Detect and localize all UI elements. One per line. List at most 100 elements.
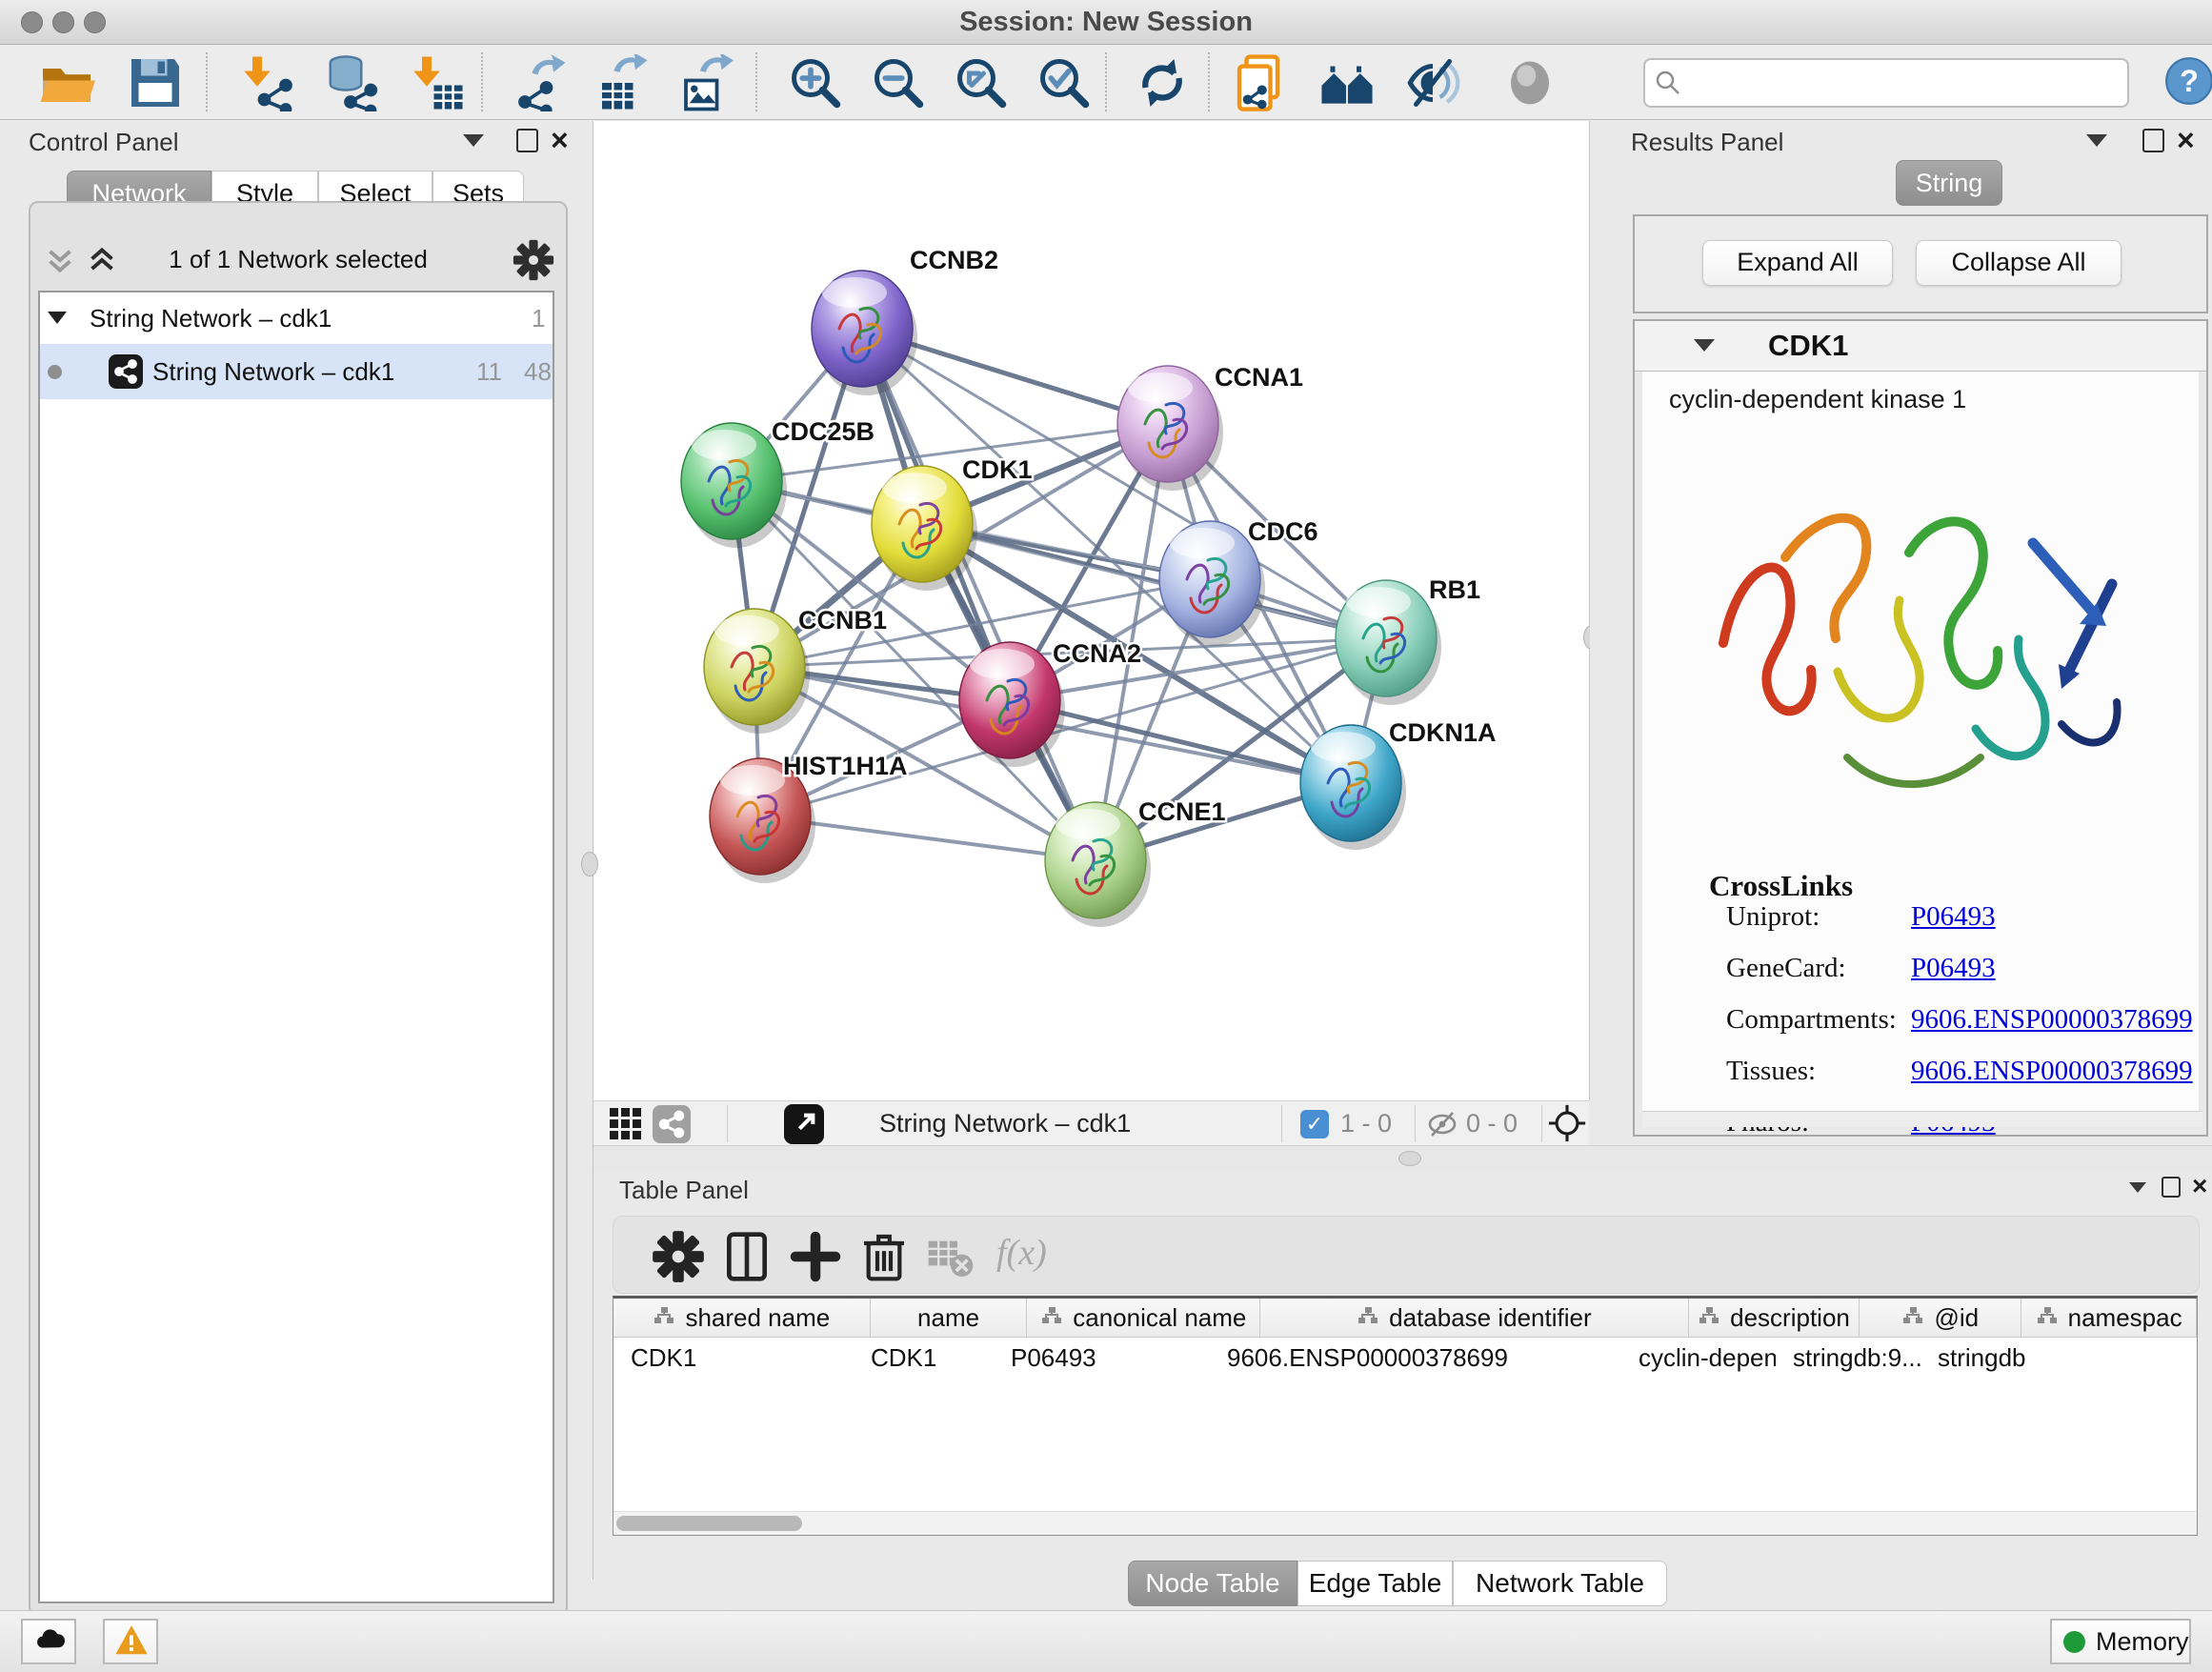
import-network-database-button[interactable] [322, 54, 379, 110]
crosslink-value-link[interactable]: 9606.ENSP00000378699 [1911, 1056, 2193, 1087]
table-settings-gear-icon[interactable] [652, 1230, 705, 1279]
edge-CCNB2-CCNE1[interactable] [862, 329, 1096, 860]
table-cell[interactable]: CDK1 [613, 1338, 854, 1378]
table-cell[interactable]: 9606.ENSP00000378699 [1210, 1338, 1621, 1378]
zoom-out-button[interactable] [870, 54, 927, 110]
expand-all-button[interactable]: Expand All [1702, 240, 1893, 286]
network-row-selected[interactable]: String Network – cdk1 11 48 [40, 344, 553, 399]
tab-edge-table[interactable]: Edge Table [1297, 1561, 1453, 1606]
node-CCNE1[interactable]: CCNE1 [1045, 797, 1226, 927]
results-panel-close-icon[interactable]: × [2177, 130, 2195, 151]
column-header-5[interactable]: description [1689, 1299, 1860, 1337]
network-canvas[interactable]: CCNB2CCNA1CDC25BCDK1CDC6RB1CCNB1CCNA2CDK… [593, 121, 1590, 1100]
table-panel-title: Table Panel [619, 1176, 749, 1205]
table-panel-close-icon[interactable]: × [2192, 1176, 2207, 1197]
horizontal-splitter[interactable] [593, 1145, 2212, 1172]
node-table-header: shared namenamecanonical namedatabase id… [613, 1299, 2197, 1338]
column-header-1[interactable]: shared name [613, 1299, 871, 1337]
delete-column-trash-icon[interactable] [857, 1230, 911, 1279]
column-header-2[interactable]: name [871, 1299, 1028, 1337]
show-graphics-details-button[interactable] [1501, 54, 1558, 110]
protein-result-box: CDK1 cyclin-dependent kinase 1 [1633, 319, 2208, 1137]
node-CCNA1[interactable]: CCNA1 [1117, 363, 1303, 491]
import-network-file-button[interactable] [238, 54, 295, 110]
control-panel-float-icon[interactable] [516, 129, 538, 152]
network-node-count: 11 [476, 344, 502, 395]
search-input[interactable] [1689, 63, 2112, 101]
save-session-button[interactable] [127, 54, 184, 110]
control-panel-collapse-icon[interactable] [463, 134, 484, 147]
hidden-eye-icon[interactable] [1426, 1109, 1458, 1139]
network-options-gear-icon[interactable] [513, 239, 554, 281]
birdseye-crosshair-icon[interactable] [1548, 1104, 1586, 1142]
column-header-3[interactable]: canonical name [1027, 1299, 1260, 1337]
select-columns-icon[interactable] [720, 1230, 774, 1279]
table-hscrollbar[interactable] [613, 1511, 2197, 1535]
node-CCNB2[interactable]: CCNB2 [812, 246, 998, 395]
string-view-icon[interactable] [653, 1105, 691, 1143]
table-cell[interactable]: stringdb [1920, 1338, 2079, 1378]
results-panel-title: Results Panel [1631, 128, 1783, 157]
column-header-6[interactable]: @id [1860, 1299, 2021, 1337]
selected-checkbox-icon[interactable]: ✓ [1300, 1110, 1329, 1138]
table-panel-float-icon[interactable] [2162, 1177, 2181, 1198]
detach-view-icon[interactable] [784, 1104, 824, 1144]
open-session-button[interactable] [38, 54, 95, 110]
node-RB1[interactable]: RB1 [1336, 575, 1480, 705]
left-splitter-handle[interactable] [581, 852, 598, 876]
export-image-button[interactable] [676, 54, 734, 110]
selected-counts: 1 - 0 [1340, 1101, 1392, 1146]
cloud-status-button[interactable] [21, 1619, 76, 1664]
tree-expander-icon[interactable] [48, 312, 67, 324]
clear-table-icon[interactable] [924, 1230, 977, 1279]
protein-name: CDK1 [1768, 329, 1848, 363]
import-table-file-button[interactable] [408, 54, 465, 110]
column-header-4[interactable]: database identifier [1260, 1299, 1688, 1337]
table-row[interactable]: CDK1CDK1P064939606.ENSP00000378699cyclin… [613, 1338, 2197, 1378]
zoom-selected-button[interactable] [1036, 54, 1093, 110]
node-label-CDKN1A: CDKN1A [1389, 718, 1497, 747]
node-HIST1H1A[interactable]: HIST1H1A [710, 752, 908, 883]
table-panel-collapse-icon[interactable] [2129, 1182, 2146, 1193]
node-CDKN1A[interactable]: CDKN1A [1300, 718, 1497, 850]
crosslink-value-link[interactable]: 9606.ENSP00000378699 [1911, 1004, 2193, 1036]
network-collection-row[interactable]: String Network – cdk1 1 [40, 292, 553, 344]
column-header-7[interactable]: namespac [2021, 1299, 2197, 1337]
protein-section-header[interactable]: CDK1 [1635, 321, 2206, 372]
show-all-levels-button[interactable] [1318, 54, 1376, 110]
tab-node-table[interactable]: Node Table [1128, 1561, 1297, 1606]
splitter-handle[interactable] [1398, 1151, 1421, 1166]
table-cell[interactable]: cyclin-dependent ... [1621, 1338, 1776, 1378]
results-panel-collapse-icon[interactable] [2086, 134, 2107, 147]
node-CDC6[interactable]: CDC6 [1159, 517, 1318, 646]
refresh-view-button[interactable] [1134, 54, 1191, 110]
clone-network-button[interactable] [1235, 54, 1292, 110]
table-cell[interactable]: stringdb:9... [1776, 1338, 1920, 1378]
node-CDK1[interactable]: CDK1 [872, 455, 1033, 591]
crosslink-label: GeneCard: [1726, 953, 1846, 984]
table-cell[interactable]: P06493 [994, 1338, 1210, 1378]
help-button[interactable]: ? [2164, 56, 2212, 106]
hide-graphics-details-button[interactable] [1404, 54, 1461, 110]
add-column-plus-icon[interactable] [789, 1230, 842, 1279]
crosslink-value-link[interactable]: P06493 [1911, 953, 1996, 984]
results-scroll-strip[interactable] [1642, 1111, 2202, 1127]
table-cell[interactable]: CDK1 [854, 1338, 994, 1378]
results-panel-float-icon[interactable] [2142, 129, 2164, 152]
tab-string[interactable]: String [1896, 160, 2002, 206]
tab-network-table[interactable]: Network Table [1453, 1561, 1667, 1606]
node-CCNB1[interactable]: CCNB1 [704, 606, 887, 734]
export-table-button[interactable] [593, 54, 650, 110]
collapse-all-button[interactable]: Collapse All [1916, 240, 2122, 286]
function-builder-fx[interactable]: f(x) [996, 1232, 1047, 1274]
crosslink-value-link[interactable]: P06493 [1911, 901, 1996, 933]
control-panel-close-icon[interactable]: × [551, 130, 569, 151]
memory-button[interactable]: Memory [2050, 1619, 2191, 1664]
grid-view-icon[interactable] [609, 1107, 643, 1141]
warning-status-button[interactable] [103, 1619, 158, 1664]
export-network-button[interactable] [511, 54, 568, 110]
table-hscrollbar-thumb[interactable] [616, 1516, 802, 1531]
protein-section-expander-icon[interactable] [1694, 339, 1715, 352]
zoom-fit-button[interactable] [953, 54, 1010, 110]
zoom-in-button[interactable] [787, 54, 844, 110]
